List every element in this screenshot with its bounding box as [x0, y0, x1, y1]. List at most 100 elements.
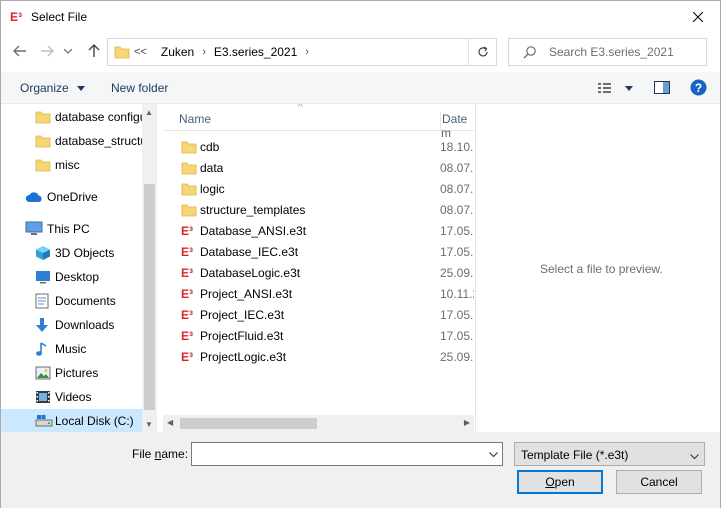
- e3-file-icon: E³: [181, 244, 199, 261]
- sidebar-item[interactable]: misc: [1, 153, 142, 177]
- sidebar-item[interactable]: Desktop: [1, 265, 142, 289]
- chevron-right-icon[interactable]: ›: [202, 46, 206, 58]
- chevron-down-icon: [690, 449, 699, 463]
- e3-file-icon: E³: [181, 265, 199, 282]
- file-name: cdb: [200, 140, 220, 154]
- sidebar-item[interactable]: OneDrive: [1, 185, 142, 209]
- sidebar-item[interactable]: This PC: [1, 217, 142, 241]
- cloud-icon: [25, 191, 43, 203]
- sidebar-item[interactable]: 3D Objects: [1, 241, 142, 265]
- breadcrumb-item-zuken[interactable]: Zuken: [161, 45, 194, 59]
- recent-locations-button[interactable]: [61, 41, 75, 61]
- new-folder-button[interactable]: New folder: [111, 81, 168, 95]
- file-name: Project_ANSI.e3t: [200, 287, 293, 301]
- help-icon: ?: [690, 79, 707, 96]
- sidebar-item-label: Documents: [55, 294, 116, 308]
- scroll-left-icon[interactable]: ◀: [167, 418, 173, 427]
- sidebar-item[interactable]: Local Disk (C:): [1, 409, 142, 432]
- file-row[interactable]: cdb 18.10.2: [163, 136, 474, 157]
- organize-label: Organize: [20, 81, 69, 95]
- sidebar-item-label: This PC: [47, 222, 90, 236]
- file-name: Project_IEC.e3t: [200, 308, 285, 322]
- scrollbar-thumb[interactable]: [180, 418, 317, 429]
- preview-pane: Select a file to preview.: [475, 104, 720, 432]
- file-row[interactable]: E³ ProjectLogic.e3t 25.09.2: [163, 346, 474, 367]
- file-name-input[interactable]: [191, 442, 503, 466]
- file-name: data: [200, 161, 224, 175]
- close-button[interactable]: [675, 1, 720, 32]
- up-button[interactable]: [84, 41, 104, 61]
- sidebar-item[interactable]: database configu: [1, 105, 142, 129]
- file-row[interactable]: E³ ProjectFluid.e3t 17.05.2: [163, 325, 474, 346]
- svg-text:?: ?: [695, 81, 702, 95]
- cube-icon: [35, 245, 51, 261]
- file-type-select[interactable]: Template File (*.e3t): [514, 442, 705, 466]
- help-button[interactable]: ?: [690, 79, 707, 99]
- download-icon: [35, 317, 49, 333]
- sidebar-item-label: database_structu: [55, 134, 142, 148]
- file-date: 18.10.2: [440, 140, 474, 154]
- sidebar-item[interactable]: Videos: [1, 385, 142, 409]
- file-date: 17.05.2: [440, 224, 474, 238]
- e3-file-icon: E³: [181, 223, 199, 240]
- scroll-up-icon[interactable]: ▲: [145, 108, 153, 117]
- sidebar-item[interactable]: Music: [1, 337, 142, 361]
- file-name-dropdown[interactable]: [489, 447, 498, 461]
- file-row[interactable]: data 08.07.2: [163, 157, 474, 178]
- file-row[interactable]: E³ Database_ANSI.e3t 17.05.2: [163, 220, 474, 241]
- open-button[interactable]: Open: [517, 470, 603, 494]
- address-bar[interactable]: << Zuken › E3.series_2021 ›: [107, 38, 497, 66]
- sidebar-item-label: 3D Objects: [55, 246, 115, 260]
- sidebar-item[interactable]: Downloads: [1, 313, 142, 337]
- column-header-date[interactable]: Date m: [440, 112, 474, 140]
- arrow-right-icon: [41, 45, 54, 57]
- breadcrumb-overflow[interactable]: <<: [134, 46, 147, 58]
- breadcrumb-item-e3series[interactable]: E3.series_2021: [214, 45, 297, 59]
- search-box[interactable]: Search E3.series_2021: [508, 38, 707, 66]
- navigation-pane: database configu database_structumisc OneD…: [1, 104, 157, 432]
- e3-file-icon: E³: [181, 349, 199, 366]
- folder-icon: [114, 44, 130, 63]
- search-input[interactable]: Search E3.series_2021: [549, 45, 674, 59]
- file-row[interactable]: E³ Project_IEC.e3t 17.05.2: [163, 304, 474, 325]
- folder-icon: [181, 202, 197, 221]
- e3-file-icon: E³: [181, 328, 199, 345]
- file-row[interactable]: E³ DatabaseLogic.e3t 25.09.2: [163, 262, 474, 283]
- back-button[interactable]: [10, 41, 30, 61]
- svg-text:E³: E³: [181, 329, 193, 342]
- scrollbar-thumb[interactable]: [144, 184, 155, 410]
- organize-button[interactable]: Organize: [20, 81, 86, 95]
- sidebar-item[interactable]: Pictures: [1, 361, 142, 385]
- file-row[interactable]: E³ Project_ANSI.e3t 10.11.2: [163, 283, 474, 304]
- file-list-horizontal-scrollbar[interactable]: ◀ ▶: [163, 415, 474, 432]
- sidebar-item-label: Desktop: [55, 270, 100, 284]
- svg-text:E³: E³: [181, 245, 193, 258]
- view-options-button[interactable]: [598, 82, 634, 97]
- folder-icon: [181, 160, 197, 179]
- open-label-rest: pen: [554, 475, 575, 489]
- chevron-right-icon[interactable]: ›: [305, 46, 309, 58]
- file-row[interactable]: structure_templates 08.07.2: [163, 199, 474, 220]
- sidebar-item-label: Downloads: [55, 318, 115, 332]
- sidebar-item[interactable]: Documents: [1, 289, 142, 313]
- chevron-down-icon: [64, 48, 72, 54]
- column-header-name[interactable]: Name: [179, 112, 211, 126]
- scroll-down-icon[interactable]: ▼: [145, 420, 153, 429]
- file-row[interactable]: E³ Database_IEC.e3t 17.05.2: [163, 241, 474, 262]
- file-name-label-post: ame:: [161, 447, 189, 461]
- cancel-button[interactable]: Cancel: [616, 470, 702, 494]
- chevron-down-icon: [489, 452, 498, 458]
- refresh-button[interactable]: [468, 39, 496, 65]
- file-name: structure_templates: [200, 203, 306, 217]
- scroll-right-icon[interactable]: ▶: [464, 418, 470, 427]
- forward-button[interactable]: [37, 41, 57, 61]
- svg-text:E³: E³: [181, 350, 193, 363]
- folder-icon: [181, 139, 197, 158]
- sidebar-item-label: Pictures: [55, 366, 99, 380]
- sidebar-item[interactable]: database_structu: [1, 129, 142, 153]
- file-date: 08.07.2: [440, 203, 474, 217]
- disk-icon: [35, 414, 53, 428]
- file-row[interactable]: logic 08.07.2: [163, 178, 474, 199]
- navigation-scrollbar[interactable]: ▲ ▼: [142, 104, 157, 432]
- preview-pane-button[interactable]: [654, 81, 670, 97]
